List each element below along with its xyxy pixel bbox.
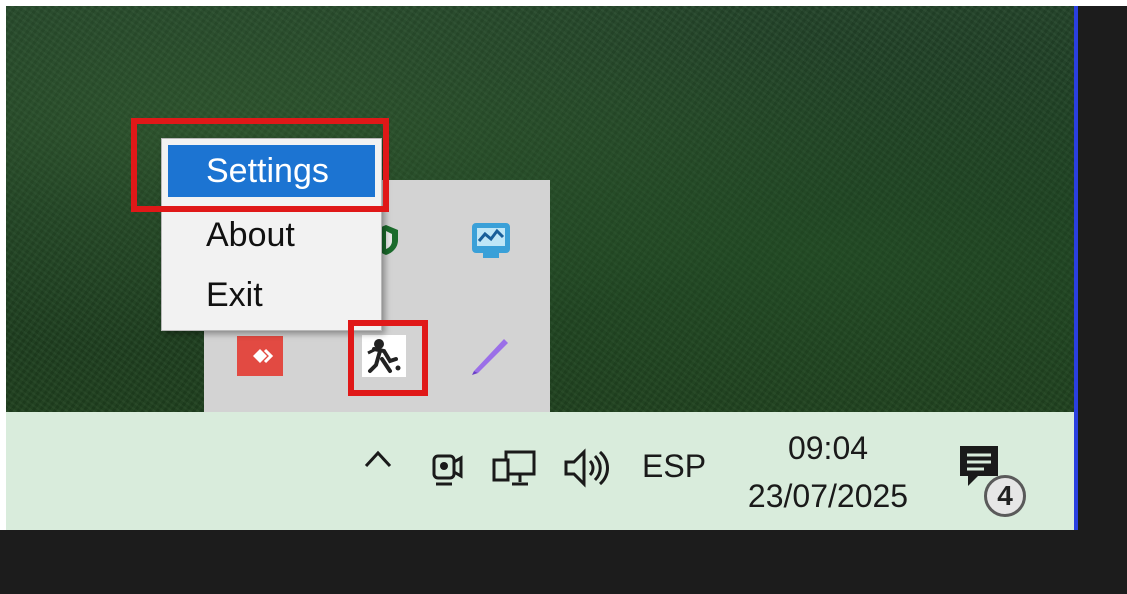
notification-count-badge: 4 [984, 475, 1026, 517]
bottom-dark-area [0, 530, 1127, 594]
menu-item-exit[interactable]: Exit [168, 269, 375, 321]
annotation-highlight-tray-icon [348, 320, 428, 396]
network-icon[interactable] [490, 446, 542, 494]
volume-icon[interactable] [560, 446, 612, 494]
menu-item-about[interactable]: About [168, 209, 375, 261]
language-label: ESP [642, 448, 707, 484]
monitor-app-icon[interactable] [466, 216, 516, 264]
menu-item-label: About [206, 216, 295, 254]
input-language-indicator[interactable]: ESP [642, 448, 706, 485]
window-edge [1074, 6, 1083, 530]
pen-icon[interactable] [466, 328, 516, 380]
clock-date: 23/07/2025 [747, 478, 909, 514]
clock-button[interactable]: 09:04 23/07/2025 [722, 424, 934, 520]
menu-item-label: Exit [206, 276, 263, 314]
camera-status-icon[interactable] [428, 446, 468, 494]
annotation-highlight-settings [131, 118, 389, 212]
show-hidden-icons-button[interactable] [360, 438, 400, 498]
chevron-up-icon [364, 450, 392, 468]
clock-time: 09:04 [787, 430, 869, 466]
anydesk-icon[interactable] [236, 334, 284, 378]
